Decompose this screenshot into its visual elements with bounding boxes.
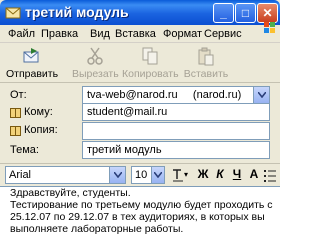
menu-insert[interactable]: Вставка (115, 28, 156, 40)
size-dropdown-button[interactable] (151, 167, 164, 183)
menu-file[interactable]: Файл (8, 28, 35, 40)
cc-field[interactable] (82, 122, 270, 140)
body-line: Тестирование по третьему модулю будет пр… (10, 199, 273, 211)
menu-view[interactable]: Вид (90, 28, 110, 40)
font-size-value: 10 (135, 169, 148, 181)
body-line: 25.12.07 по 29.12.07 в тех аудиториях, в… (10, 211, 265, 223)
paste-icon (198, 47, 214, 66)
paste-label: Вставить (183, 68, 229, 80)
address-book-icon[interactable] (10, 108, 21, 118)
body-line: Здравствуйте, студенты. (10, 187, 131, 199)
menu-bar: Файл Правка Вид Вставка Формат Сервис (0, 25, 280, 43)
to-field[interactable]: student@mail.ru (82, 103, 270, 121)
bold-button[interactable]: Ж (195, 167, 211, 181)
mail-compose-window: третий модуль _ □ ✕ Файл Правка Вид Вста… (0, 0, 280, 247)
envelope-icon (5, 7, 21, 19)
cut-button[interactable]: Вырезать (72, 46, 119, 80)
from-label: От: (10, 89, 27, 101)
window-title: третий модуль (25, 4, 129, 20)
to-label: Кому: (24, 106, 53, 118)
copy-icon (142, 47, 158, 65)
cut-label: Вырезать (72, 68, 119, 80)
text-style-arrow-icon[interactable]: ▾ (184, 170, 188, 179)
address-book-icon[interactable] (10, 126, 21, 136)
subject-field[interactable]: третий модуль (82, 141, 270, 159)
scissors-icon (87, 47, 103, 65)
paste-button[interactable]: Вставить (182, 46, 230, 80)
chevron-down-icon (114, 172, 122, 178)
message-body[interactable]: Здравствуйте, студенты. Тестирование по … (0, 186, 280, 247)
subject-value: третий модуль (87, 144, 162, 156)
from-field[interactable]: tva-web@narod.ru (narod.ru) (82, 86, 270, 104)
body-line: выполняете лабораторные работы. (10, 223, 184, 235)
menu-format[interactable]: Формат (163, 28, 202, 40)
font-value: Arial (9, 169, 32, 181)
copy-label: Копировать (122, 68, 179, 80)
font-dropdown-button[interactable] (109, 167, 125, 183)
cc-label: Копия: (24, 124, 58, 136)
send-label: Отправить (6, 68, 59, 80)
formatting-bar: Arial 10 ▾ Ж К Ч А (0, 163, 280, 185)
menu-edit[interactable]: Правка (41, 28, 78, 40)
underline-button[interactable]: Ч (229, 167, 245, 181)
send-icon (23, 48, 39, 63)
toolbar: Отправить Вырезать Копировать Вставить (0, 44, 280, 83)
bullet-list-icon[interactable] (264, 168, 276, 182)
chevron-down-icon (154, 172, 162, 178)
send-button[interactable]: Отправить (6, 46, 59, 80)
font-color-button[interactable]: А (246, 167, 262, 181)
from-dropdown-button[interactable] (253, 87, 269, 103)
minimize-button[interactable]: _ (213, 3, 234, 23)
maximize-button[interactable]: □ (235, 3, 256, 23)
from-value: tva-web@narod.ru (narod.ru) (87, 89, 242, 101)
copy-button[interactable]: Копировать (122, 46, 179, 80)
subject-label: Тема: (10, 144, 39, 156)
title-bar[interactable]: третий модуль _ □ ✕ (0, 0, 280, 25)
font-size-select[interactable]: 10 (131, 166, 165, 184)
text-style-icon[interactable] (172, 168, 184, 182)
message-header: От: tva-web@narod.ru (narod.ru) Кому: st… (0, 84, 280, 162)
windows-logo-icon (264, 22, 275, 33)
menu-tools[interactable]: Сервис (204, 28, 242, 40)
chevron-down-icon (258, 92, 266, 98)
italic-button[interactable]: К (212, 167, 228, 181)
font-select[interactable]: Arial (5, 166, 126, 184)
to-value: student@mail.ru (87, 106, 168, 118)
